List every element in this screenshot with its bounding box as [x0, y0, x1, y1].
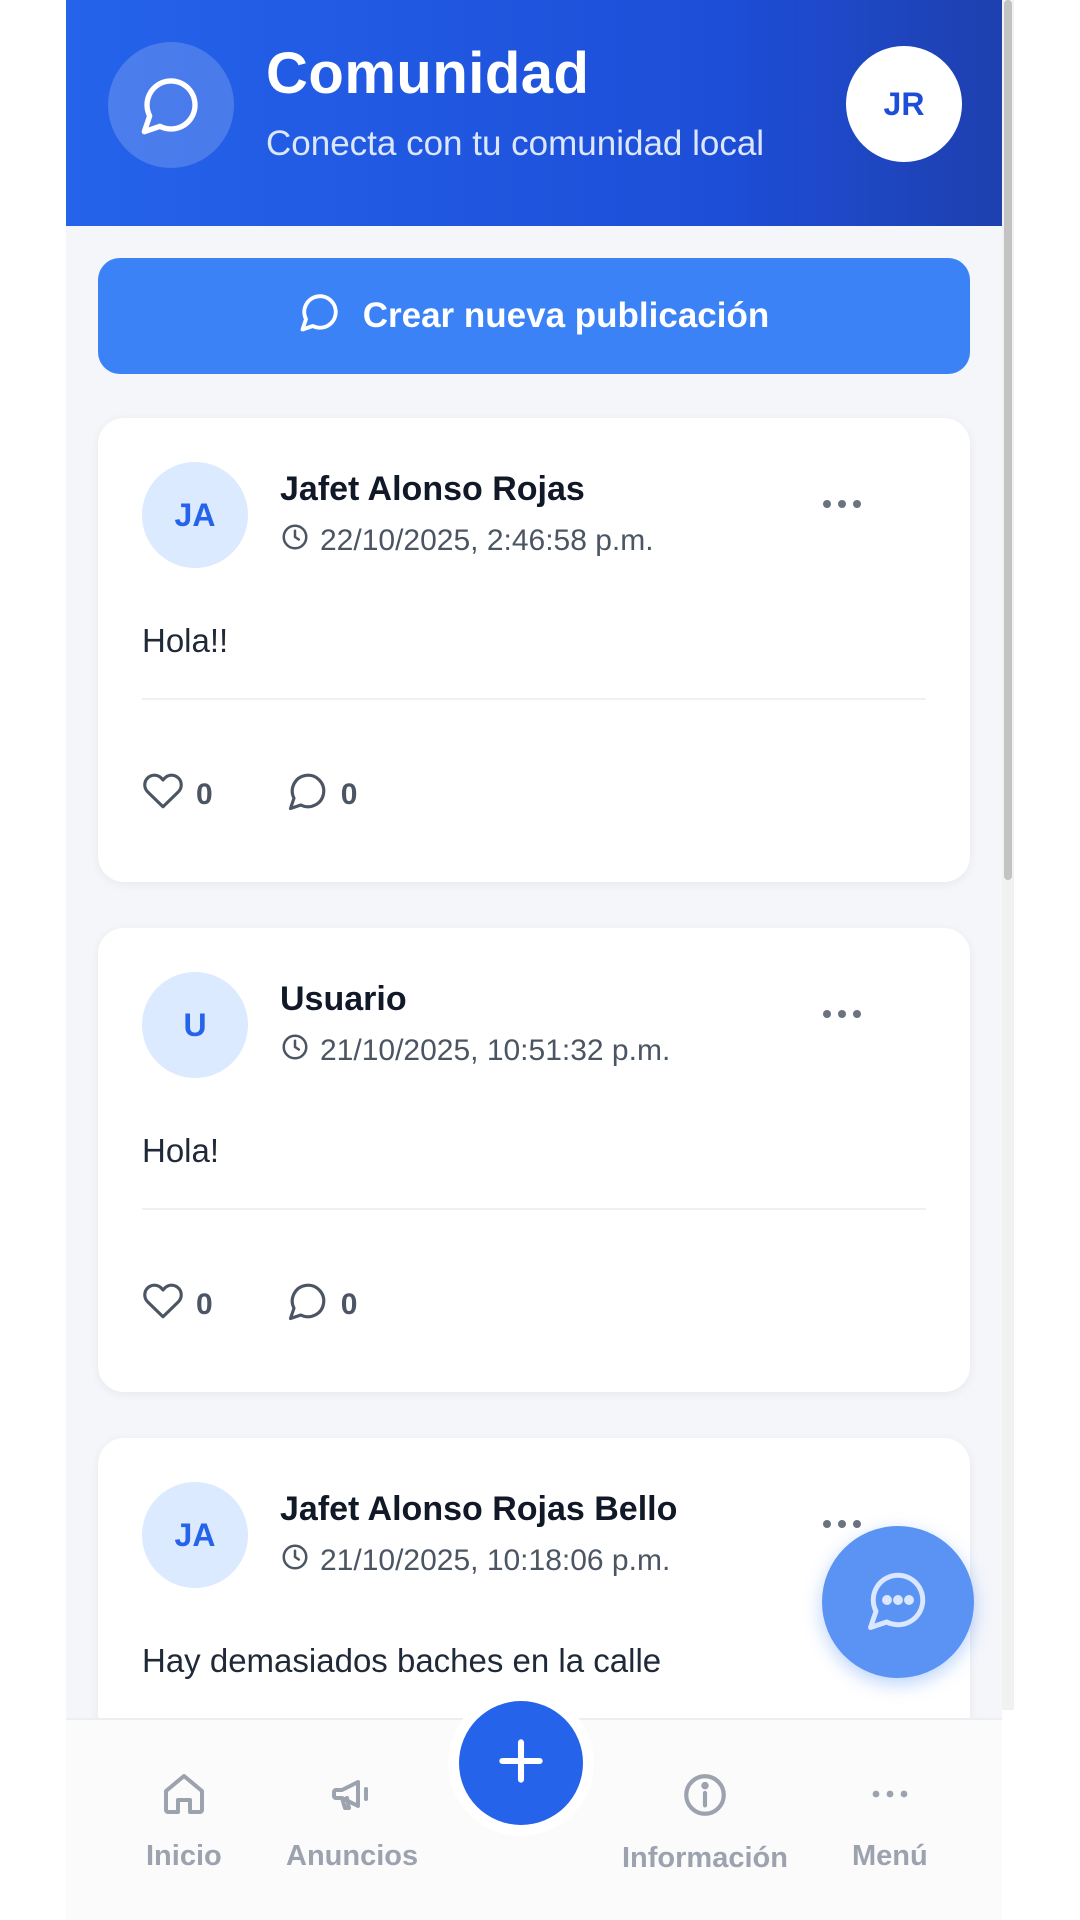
- like-button[interactable]: 0: [142, 1280, 213, 1330]
- add-post-button[interactable]: [448, 1690, 594, 1836]
- like-count: 0: [196, 778, 213, 811]
- nav-label: Inicio: [146, 1840, 222, 1872]
- home-icon: [160, 1770, 208, 1826]
- post-avatar[interactable]: JA: [142, 1482, 248, 1588]
- divider: [142, 1208, 926, 1210]
- more-horizontal-icon: [866, 1770, 914, 1826]
- post-timestamp-text: 22/10/2025, 2:46:58 p.m.: [320, 524, 654, 557]
- post-avatar[interactable]: JA: [142, 462, 248, 568]
- chat-bubble-icon: [299, 291, 341, 342]
- chat-bubble-icon: [108, 42, 234, 168]
- post-card: U Usuario 21/10/2025, 10:51:32 p.m. Hola…: [98, 928, 970, 1392]
- create-post-label: Crear nueva publicación: [362, 296, 770, 335]
- nav-label: Información: [622, 1842, 788, 1874]
- like-count: 0: [196, 1288, 213, 1321]
- comment-count: 0: [340, 1288, 358, 1321]
- chat-fab-button[interactable]: [822, 1526, 974, 1678]
- like-button[interactable]: 0: [142, 770, 213, 820]
- app-screen: Comunidad Conecta con tu comunidad local…: [66, 0, 1002, 1920]
- nav-item-inicio[interactable]: Inicio: [146, 1770, 222, 1873]
- comment-button[interactable]: 0: [287, 1280, 358, 1330]
- plus-icon: [493, 1733, 549, 1794]
- more-options-icon[interactable]: [823, 500, 861, 508]
- clock-icon: [280, 522, 310, 560]
- post-content: Hola!: [142, 1132, 220, 1169]
- post-avatar[interactable]: U: [142, 972, 248, 1078]
- post-timestamp-text: 21/10/2025, 10:18:06 p.m.: [320, 1544, 671, 1577]
- megaphone-icon: [328, 1770, 376, 1826]
- heart-icon: [142, 770, 184, 820]
- page-title: Comunidad: [266, 41, 590, 106]
- more-options-icon[interactable]: [823, 1010, 861, 1018]
- post-actions: 0 0: [142, 770, 431, 820]
- info-icon: [680, 1770, 730, 1828]
- clock-icon: [280, 1542, 310, 1580]
- post-actions: 0 0: [142, 1280, 431, 1330]
- chat-dots-icon: [865, 1567, 931, 1638]
- heart-icon: [142, 1280, 184, 1330]
- nav-label: Menú: [852, 1840, 928, 1872]
- post-author[interactable]: Usuario: [280, 980, 407, 1019]
- scrollbar-thumb[interactable]: [1004, 0, 1012, 880]
- nav-item-informacion[interactable]: Información: [622, 1770, 788, 1875]
- create-post-button[interactable]: Crear nueva publicación: [98, 258, 970, 374]
- nav-item-menu[interactable]: Menú: [852, 1770, 928, 1873]
- comment-icon: [287, 770, 329, 820]
- post-timestamp: 21/10/2025, 10:51:32 p.m.: [280, 1032, 670, 1070]
- post-author[interactable]: Jafet Alonso Rojas: [280, 470, 585, 509]
- post-card: JA Jafet Alonso Rojas 22/10/2025, 2:46:5…: [98, 418, 970, 882]
- scrollbar[interactable]: [1002, 0, 1014, 1710]
- post-content: Hola!!: [142, 622, 229, 659]
- comment-count: 0: [340, 778, 358, 811]
- clock-icon: [280, 1032, 310, 1070]
- comment-icon: [287, 1280, 329, 1330]
- nav-label: Anuncios: [286, 1840, 419, 1872]
- page-subtitle: Conecta con tu comunidad local: [266, 124, 765, 163]
- divider: [142, 698, 926, 700]
- header: Comunidad Conecta con tu comunidad local…: [66, 0, 1002, 226]
- post-author[interactable]: Jafet Alonso Rojas Bello: [280, 1490, 677, 1529]
- user-avatar[interactable]: JR: [846, 46, 962, 162]
- post-timestamp: 22/10/2025, 2:46:58 p.m.: [280, 522, 654, 560]
- post-timestamp: 21/10/2025, 10:18:06 p.m.: [280, 1542, 670, 1580]
- post-content: Hay demasiados baches en la calle: [142, 1642, 662, 1679]
- nav-item-anuncios[interactable]: Anuncios: [286, 1770, 418, 1873]
- bottom-navigation: Inicio Anuncios Información Menú: [66, 1690, 1002, 1920]
- comment-button[interactable]: 0: [287, 770, 358, 820]
- more-options-icon[interactable]: [823, 1520, 861, 1528]
- post-timestamp-text: 21/10/2025, 10:51:32 p.m.: [320, 1034, 671, 1067]
